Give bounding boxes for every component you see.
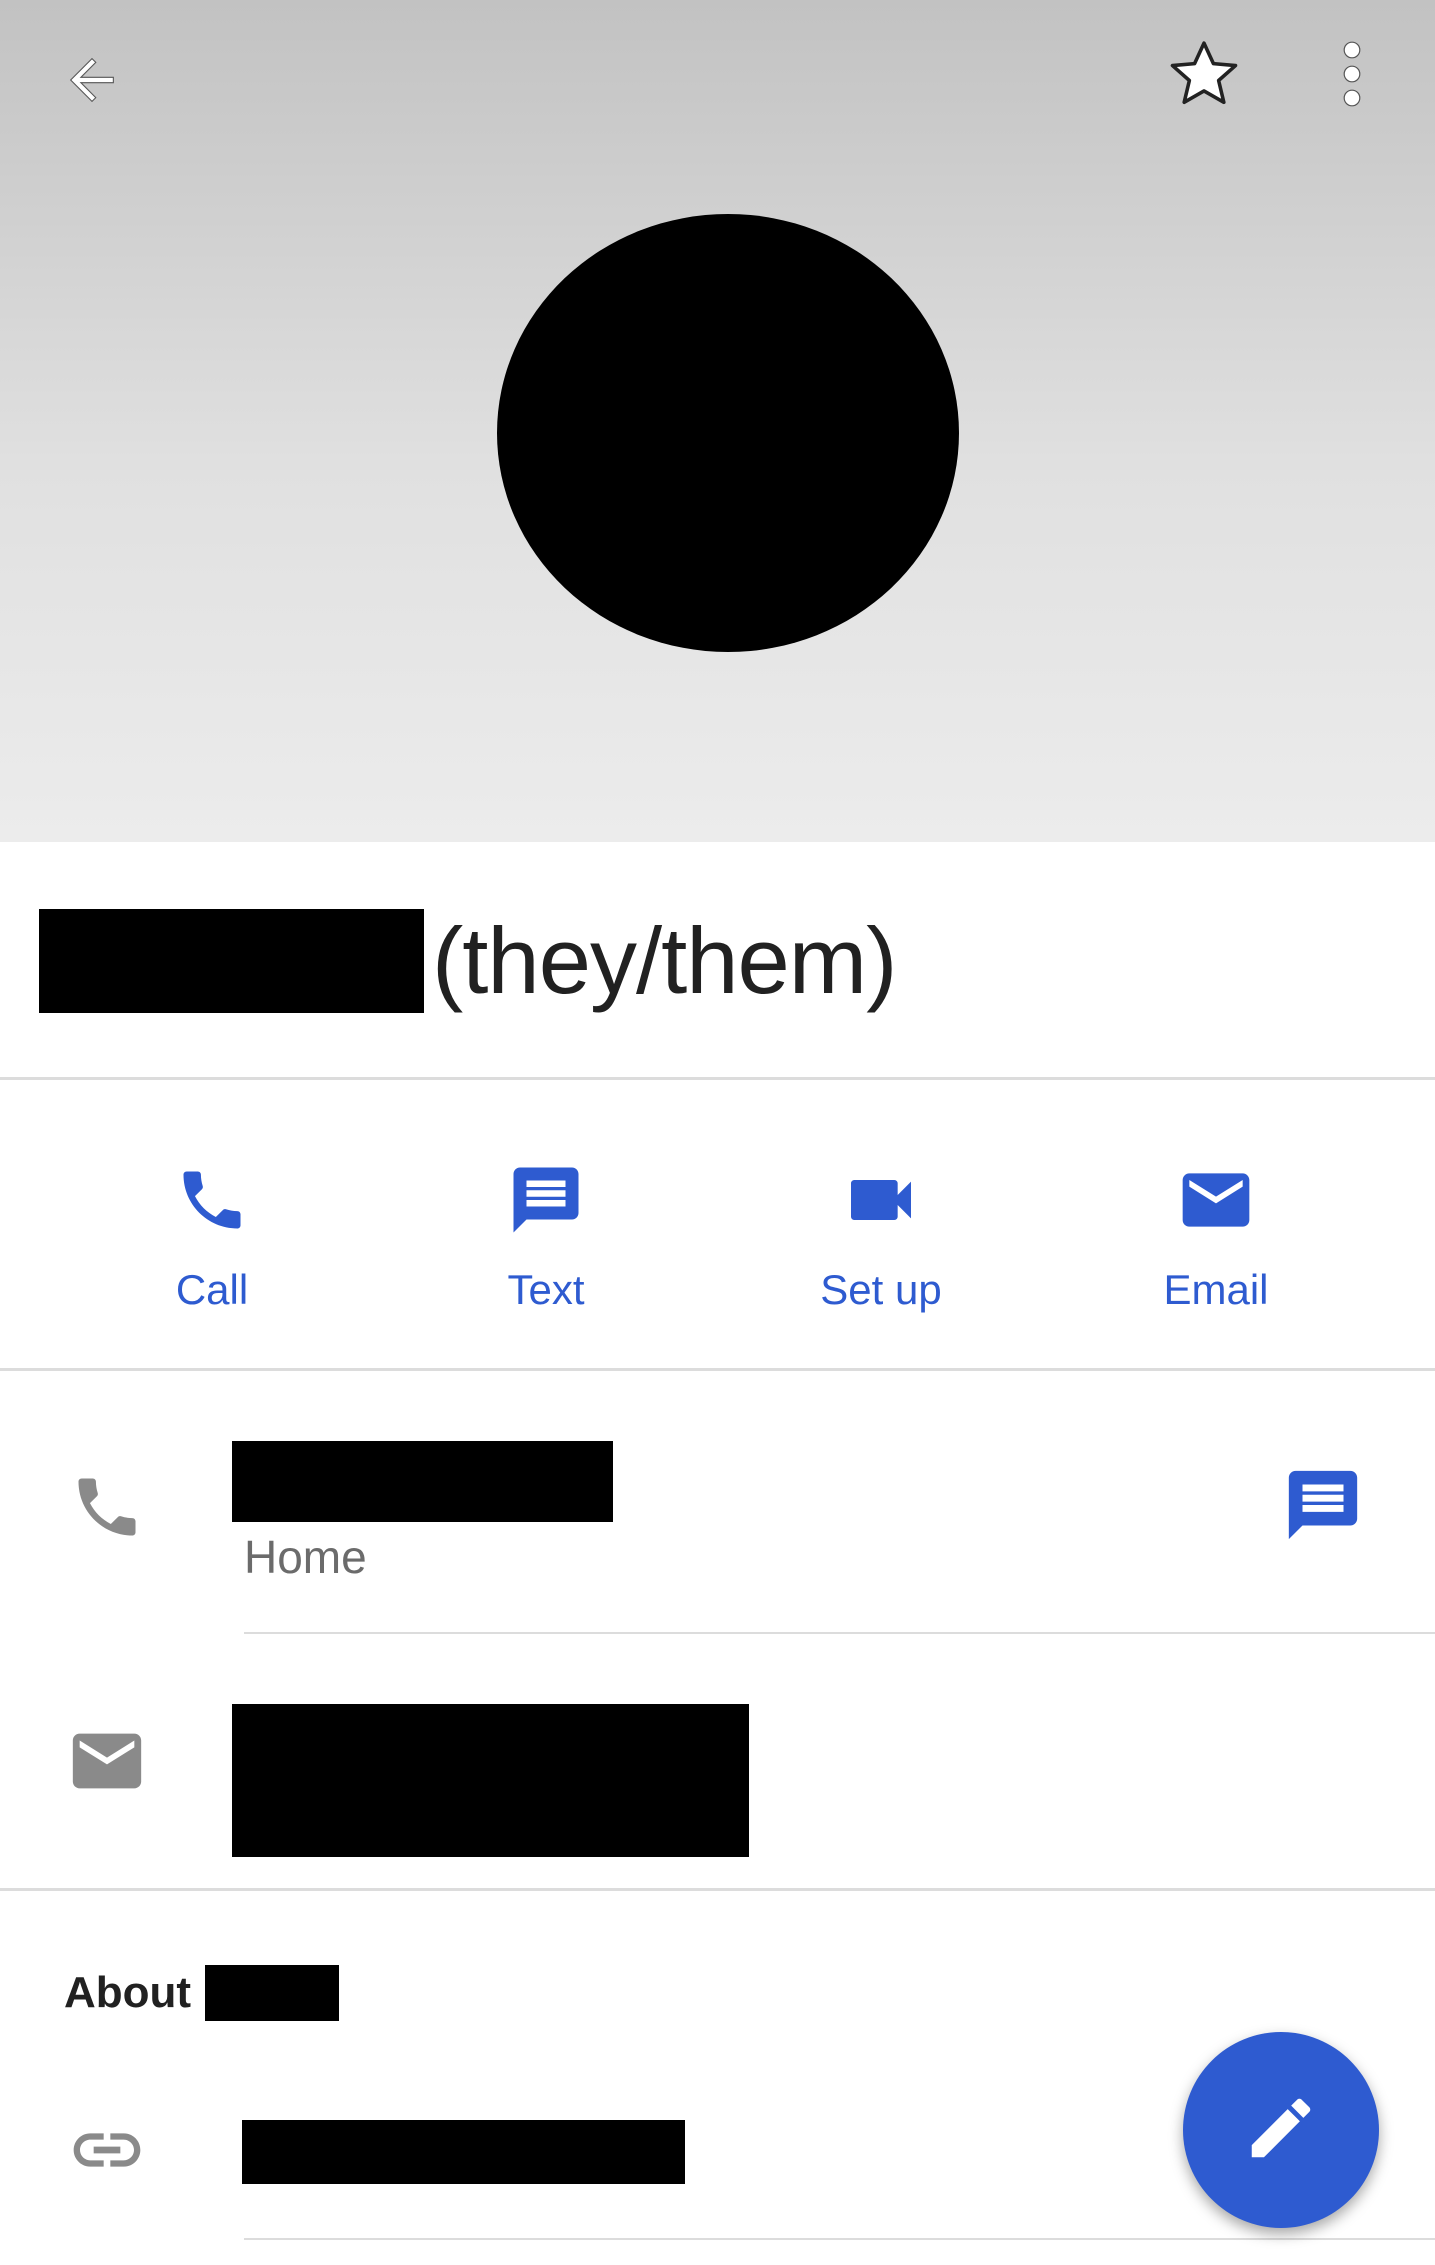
contact-avatar: [497, 214, 959, 652]
contact-pronouns: (they/them): [432, 908, 897, 1013]
quick-actions: Call Text Set up Email: [0, 1080, 1435, 1370]
text-action-button[interactable]: Text: [396, 1160, 696, 1350]
video-icon: [841, 1160, 921, 1240]
contact-name-row: (they/them): [39, 900, 897, 1022]
phone-type-label: Home: [244, 1531, 367, 1583]
redacted-email-address: [232, 1704, 749, 1857]
call-label: Call: [175, 1266, 249, 1313]
email-icon: [1176, 1160, 1256, 1240]
phone-icon: [62, 1462, 152, 1552]
redacted-about-name: [205, 1965, 340, 2021]
message-icon: [1282, 1464, 1364, 1551]
about-heading: About: [64, 1968, 192, 2017]
message-icon: [506, 1160, 586, 1240]
redacted-name: [39, 909, 424, 1013]
edit-pencil-icon: [1242, 2089, 1320, 2172]
email-label: Email: [1163, 1266, 1269, 1313]
call-action-button[interactable]: Call: [62, 1160, 362, 1350]
divider: [244, 2238, 1435, 2240]
arrow-back-icon: [60, 48, 124, 117]
star-outline-icon: [1165, 35, 1243, 118]
email-icon: [62, 1716, 152, 1806]
more-options-button[interactable]: [1300, 22, 1404, 130]
divider: [0, 1888, 1435, 1891]
divider: [244, 1632, 1435, 1634]
edit-contact-fab[interactable]: [1183, 2032, 1379, 2228]
more-vert-icon: [1337, 38, 1367, 115]
set-up-label: Set up: [820, 1266, 942, 1313]
video-setup-action-button[interactable]: Set up: [731, 1160, 1031, 1350]
link-icon: [62, 2105, 152, 2195]
phone-icon: [172, 1160, 252, 1240]
text-label: Text: [507, 1266, 585, 1313]
back-button[interactable]: [40, 30, 144, 134]
redacted-website: [242, 2120, 685, 2184]
redacted-phone-number: [232, 1441, 613, 1522]
divider: [0, 1368, 1435, 1371]
favorite-button[interactable]: [1150, 22, 1258, 130]
email-action-button[interactable]: Email: [1066, 1160, 1366, 1350]
about-section-title: About: [64, 1960, 340, 2026]
send-message-button[interactable]: [1278, 1462, 1368, 1552]
contact-header: [0, 0, 1435, 842]
